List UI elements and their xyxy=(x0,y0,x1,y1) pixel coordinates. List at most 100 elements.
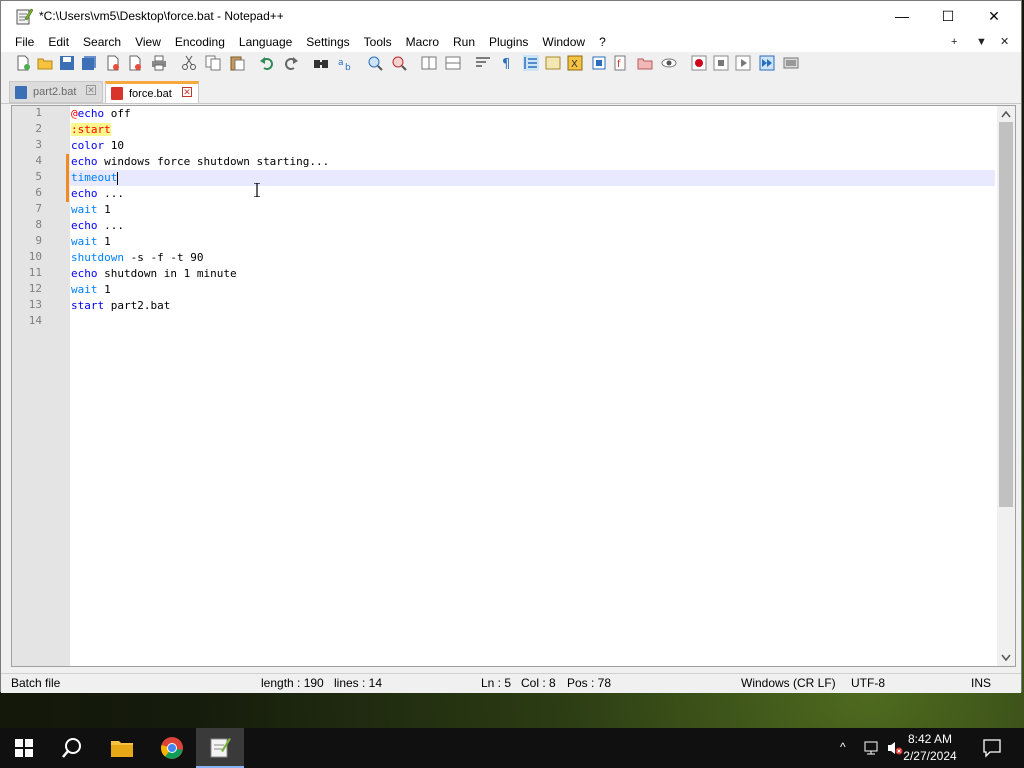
save-all-icon[interactable] xyxy=(81,55,97,71)
line-number: 9 xyxy=(35,234,42,247)
line-number: 1 xyxy=(35,106,42,119)
line-number: 2 xyxy=(35,122,42,135)
chrome-button[interactable] xyxy=(148,728,196,768)
macro-save-icon[interactable] xyxy=(783,55,799,71)
tab-part2-bat[interactable]: part2.bat ✕ xyxy=(9,81,103,103)
replace-icon[interactable]: ab xyxy=(337,55,353,71)
open-file-icon[interactable] xyxy=(37,55,53,71)
monitoring-eye-icon[interactable] xyxy=(661,55,677,71)
code-line: :start xyxy=(71,123,111,136)
mouse-ibeam-cursor-icon xyxy=(254,183,260,197)
search-icon xyxy=(62,738,81,758)
menu-edit[interactable]: Edit xyxy=(41,35,76,49)
scroll-up-icon[interactable] xyxy=(1001,110,1011,118)
tab-close-icon[interactable]: ✕ xyxy=(182,87,192,97)
indent-guide-icon[interactable] xyxy=(523,55,539,71)
notifications-icon[interactable] xyxy=(982,738,1002,758)
new-file-icon[interactable] xyxy=(15,55,31,71)
find-icon[interactable] xyxy=(313,55,329,71)
folder-as-workspace-icon[interactable]: f xyxy=(613,55,629,71)
system-clock[interactable]: 8:42 AM 2/27/2024 xyxy=(894,731,966,765)
tab-list-dropdown-icon[interactable]: ▼ xyxy=(976,31,987,52)
tab-force-bat[interactable]: force.bat ✕ xyxy=(105,81,199,103)
zoom-out-icon[interactable] xyxy=(391,55,407,71)
menu-plugins[interactable]: Plugins xyxy=(482,35,535,49)
folder-icon xyxy=(111,741,133,757)
macro-record-icon[interactable] xyxy=(691,55,707,71)
vertical-scrollbar[interactable] xyxy=(997,106,1015,666)
project-panel-icon[interactable] xyxy=(637,55,653,71)
line-number: 6 xyxy=(35,186,42,199)
zoom-in-icon[interactable] xyxy=(367,55,383,71)
svg-text:¶: ¶ xyxy=(502,57,510,71)
network-icon[interactable] xyxy=(862,740,880,756)
menu-view[interactable]: View xyxy=(128,35,168,49)
close-button[interactable]: ✕ xyxy=(971,1,1017,31)
paste-icon[interactable] xyxy=(229,55,245,71)
code-line: @echo off xyxy=(71,107,131,120)
redo-icon[interactable] xyxy=(283,55,299,71)
notepadpp-app-icon xyxy=(16,8,33,25)
status-insert-mode[interactable]: INS xyxy=(971,676,991,690)
sync-horizontal-icon[interactable] xyxy=(445,55,461,71)
undo-icon[interactable] xyxy=(259,55,275,71)
menu-run[interactable]: Run xyxy=(446,35,482,49)
close-all-icon[interactable] xyxy=(127,55,143,71)
tab-close-icon[interactable]: ✕ xyxy=(86,85,96,95)
sync-vertical-icon[interactable] xyxy=(421,55,437,71)
status-encoding[interactable]: UTF-8 xyxy=(851,676,885,690)
menu-help[interactable]: ? xyxy=(592,35,613,49)
macro-run-multiple-icon[interactable] xyxy=(759,55,775,71)
notepadpp-window: *C:\Users\vm5\Desktop\force.bat - Notepa… xyxy=(0,0,1022,693)
menu-macro[interactable]: Macro xyxy=(399,35,446,49)
text-caret xyxy=(117,171,119,185)
scrollbar-thumb[interactable] xyxy=(999,122,1013,507)
save-icon[interactable] xyxy=(59,55,75,71)
copy-icon[interactable] xyxy=(205,55,221,71)
menu-encoding[interactable]: Encoding xyxy=(168,35,232,49)
status-line: Ln : 5 xyxy=(481,676,512,690)
close-doc-icon[interactable]: ✕ xyxy=(1000,31,1009,52)
svg-text:a: a xyxy=(338,58,344,68)
menu-bar: File Edit Search View Encoding Language … xyxy=(1,31,1021,52)
menu-language[interactable]: Language xyxy=(232,35,299,49)
editor-area[interactable]: 1 2 3 4 5 6 7 8 9 10 11 12 13 14 @echo o… xyxy=(11,105,1016,667)
status-eol[interactable]: Windows (CR LF) xyxy=(741,676,836,690)
status-lines: lines : 14 xyxy=(334,676,383,690)
macro-stop-icon[interactable] xyxy=(713,55,729,71)
close-file-icon[interactable] xyxy=(105,55,121,71)
word-wrap-icon[interactable] xyxy=(475,55,491,71)
tab-label: force.bat xyxy=(129,87,172,100)
line-number-gutter: 1 2 3 4 5 6 7 8 9 10 11 12 13 14 xyxy=(12,106,70,666)
tray-show-hidden-icon[interactable]: ^ xyxy=(840,740,846,754)
change-history-marker xyxy=(66,154,69,170)
line-number: 8 xyxy=(35,218,42,231)
user-define-language-icon[interactable] xyxy=(545,55,561,71)
document-map-icon[interactable]: X xyxy=(567,55,583,71)
cut-icon[interactable] xyxy=(181,55,197,71)
maximize-button[interactable]: ☐ xyxy=(925,1,971,31)
code-line: wait 1 xyxy=(71,283,111,296)
menu-file[interactable]: File xyxy=(1,35,41,49)
file-explorer-button[interactable] xyxy=(98,728,146,768)
menu-search[interactable]: Search xyxy=(76,35,128,49)
function-list-icon[interactable] xyxy=(591,55,607,71)
new-tab-plus-icon[interactable]: + xyxy=(951,31,957,52)
notepadpp-taskbar-button[interactable] xyxy=(196,728,244,768)
code-line: echo windows force shutdown starting... xyxy=(71,155,330,168)
search-button[interactable] xyxy=(48,728,96,768)
macro-play-icon[interactable] xyxy=(735,55,751,71)
code-line: wait 1 xyxy=(71,235,111,248)
chrome-icon xyxy=(161,737,183,759)
minimize-button[interactable]: — xyxy=(879,1,925,31)
menu-tools[interactable]: Tools xyxy=(357,35,399,49)
start-button[interactable] xyxy=(0,728,48,768)
line-number: 5 xyxy=(35,170,42,183)
menu-settings[interactable]: Settings xyxy=(299,35,356,49)
show-all-chars-icon[interactable]: ¶ xyxy=(499,55,515,71)
code-text[interactable]: @echo off :start color 10 echo windows f… xyxy=(70,106,995,666)
scroll-down-icon[interactable] xyxy=(1001,654,1011,662)
menu-window[interactable]: Window xyxy=(535,35,592,49)
print-icon[interactable] xyxy=(151,55,167,71)
